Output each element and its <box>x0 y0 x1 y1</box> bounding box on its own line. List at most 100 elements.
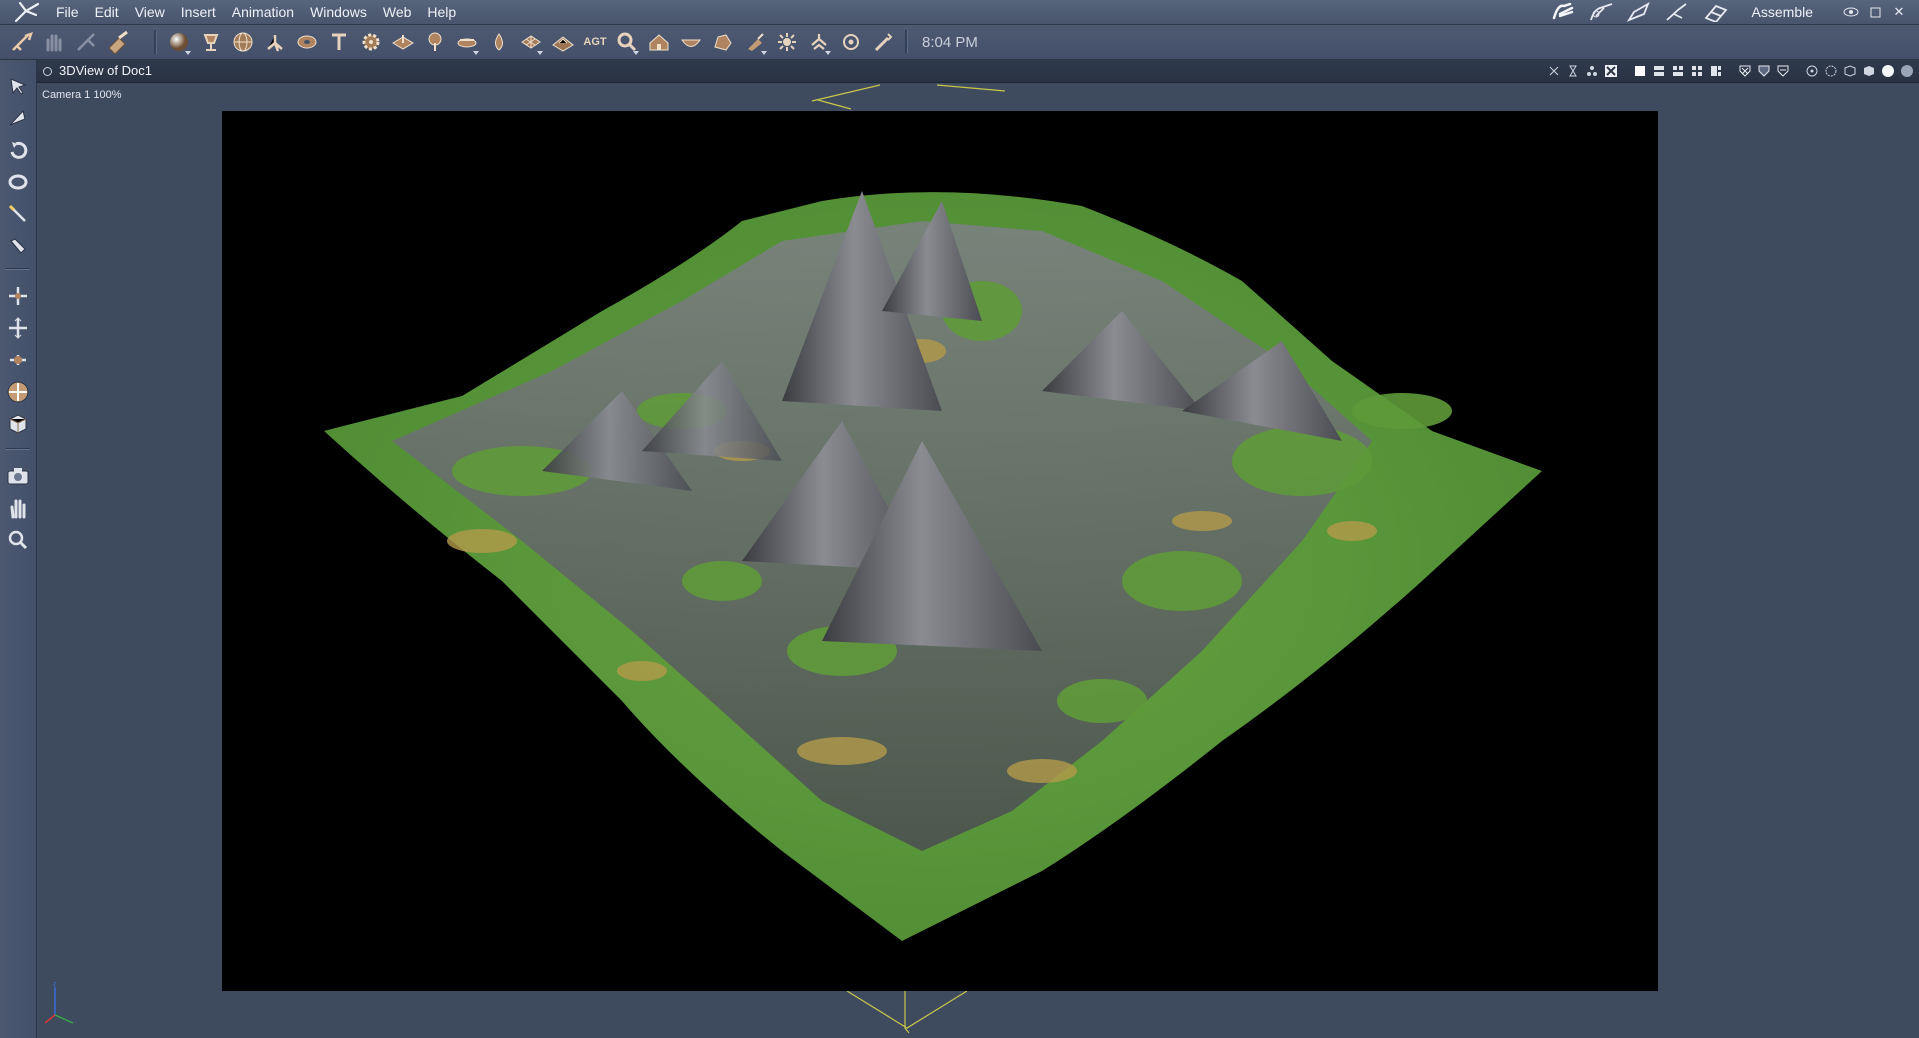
tripod-icon[interactable] <box>259 26 291 58</box>
hand-room-icon[interactable] <box>1548 0 1578 24</box>
toolstrip-separator <box>6 448 30 450</box>
paint-brush-icon[interactable] <box>3 232 33 260</box>
light-room-icon[interactable] <box>1624 0 1654 24</box>
hand-tool-icon[interactable] <box>38 26 70 58</box>
axis-gizmo-icon: z <box>44 981 74 1024</box>
layout-hsplit-icon[interactable] <box>1650 63 1667 79</box>
render-settings-icon[interactable] <box>1602 63 1619 79</box>
sun-light-icon[interactable] <box>771 26 803 58</box>
axis-toggle-icon[interactable] <box>1545 63 1562 79</box>
document-close-icon[interactable] <box>43 67 52 76</box>
smooth-shaded-icon[interactable] <box>1879 63 1896 79</box>
house-icon[interactable] <box>643 26 675 58</box>
layout-single-icon[interactable] <box>1631 63 1648 79</box>
menu-bar: File Edit View Insert Animation Windows Web Hel… <box>0 0 1919 25</box>
zoom-icon[interactable] <box>3 526 33 554</box>
move-icon[interactable] <box>3 282 33 310</box>
texture-shaded-icon[interactable] <box>1898 63 1915 79</box>
shading-room-icon[interactable] <box>1586 0 1616 24</box>
toolbar-primitives-group: AGT 8:04 PM <box>148 25 978 59</box>
rock-icon[interactable] <box>707 26 739 58</box>
scale-icon[interactable] <box>3 346 33 374</box>
magic-wand-icon[interactable] <box>3 200 33 228</box>
toolbar: AGT 8:04 PM <box>0 25 1919 60</box>
box-lattice-icon[interactable] <box>515 26 547 58</box>
box-material-icon[interactable] <box>3 410 33 438</box>
shield-side-icon[interactable] <box>1755 63 1772 79</box>
move-3d-icon[interactable] <box>3 314 33 342</box>
bowl-icon[interactable] <box>675 26 707 58</box>
room-switcher: Assemble ✕ <box>1548 0 1919 24</box>
close-icon[interactable]: ✕ <box>1889 0 1909 24</box>
svg-text:z: z <box>53 981 57 988</box>
document-titlebar: 3DView of Doc1 <box>37 60 1919 83</box>
select-tool-icon[interactable] <box>6 26 38 58</box>
menu-windows[interactable]: Windows <box>302 0 375 24</box>
3d-viewport[interactable]: Camera 1 100% z <box>37 83 1919 1038</box>
room-label[interactable]: Assemble <box>1752 4 1813 20</box>
render-room-icon[interactable] <box>1662 0 1692 24</box>
layout-three-icon[interactable] <box>1707 63 1724 79</box>
terrain-render <box>324 191 1542 942</box>
pointer-arrow-icon[interactable] <box>3 72 33 100</box>
layout-vsplit-icon[interactable] <box>1669 63 1686 79</box>
target-icon[interactable] <box>835 26 867 58</box>
gear-icon[interactable] <box>355 26 387 58</box>
text-icon[interactable] <box>323 26 355 58</box>
render-frame[interactable] <box>222 111 1658 991</box>
camera-label: Camera 1 100% <box>42 89 122 101</box>
toolstrip-separator <box>6 268 30 270</box>
twist-icon[interactable] <box>3 168 33 196</box>
network-icon[interactable] <box>1583 63 1600 79</box>
globe-primitive-icon[interactable] <box>227 26 259 58</box>
menu-file[interactable]: File <box>48 0 87 24</box>
bone-icon[interactable] <box>803 26 835 58</box>
drop-icon[interactable] <box>483 26 515 58</box>
storyboard-room-icon[interactable] <box>1700 0 1730 24</box>
plane-icon[interactable] <box>387 26 419 58</box>
menu-items: File Edit View Insert Animation Windows Web Hel… <box>48 0 464 24</box>
pipe-knot-icon[interactable] <box>611 26 643 58</box>
shield-front-icon[interactable] <box>1736 63 1753 79</box>
trackball-icon[interactable] <box>3 378 33 406</box>
box-display-icon[interactable] <box>1841 63 1858 79</box>
sphere-primitive-icon[interactable] <box>163 26 195 58</box>
app-logo-icon[interactable] <box>14 1 40 23</box>
menu-help[interactable]: Help <box>419 0 464 24</box>
clock: 8:04 PM <box>922 33 978 51</box>
left-toolstrip <box>0 60 37 1038</box>
maximize-icon[interactable] <box>1865 0 1885 24</box>
agt-icon[interactable]: AGT <box>579 26 611 58</box>
menu-view[interactable]: View <box>127 0 173 24</box>
menu-animation[interactable]: Animation <box>224 0 302 24</box>
magic-tool-icon[interactable] <box>70 26 102 58</box>
brush-tool-icon[interactable] <box>102 26 134 58</box>
wireframe-display-icon[interactable] <box>1822 63 1839 79</box>
pan-hand-icon[interactable] <box>3 494 33 522</box>
tree-icon[interactable] <box>419 26 451 58</box>
document-title: 3DView of Doc1 <box>59 63 152 78</box>
flat-shaded-icon[interactable] <box>1860 63 1877 79</box>
orbit-icon[interactable] <box>3 136 33 164</box>
hourglass-icon[interactable] <box>1564 63 1581 79</box>
layout-quad-icon[interactable] <box>1688 63 1705 79</box>
terrain-icon[interactable] <box>547 26 579 58</box>
shield-top-icon[interactable] <box>1774 63 1791 79</box>
menu-web[interactable]: Web <box>375 0 420 24</box>
view-controls <box>1543 60 1915 82</box>
eye-icon[interactable] <box>1841 0 1861 24</box>
menu-insert[interactable]: Insert <box>173 0 224 24</box>
menu-edit[interactable]: Edit <box>87 0 127 24</box>
camera-icon[interactable] <box>3 462 33 490</box>
agt-label: AGT <box>583 36 607 48</box>
point-display-icon[interactable] <box>1803 63 1820 79</box>
toolbar-separator <box>905 30 908 54</box>
rotate-arrow-icon[interactable] <box>3 104 33 132</box>
cup-primitive-icon[interactable] <box>195 26 227 58</box>
torus-icon[interactable] <box>291 26 323 58</box>
disc-icon[interactable] <box>451 26 483 58</box>
spotlight-icon[interactable] <box>739 26 771 58</box>
toolbar-separator <box>154 30 157 54</box>
toolbar-left-group <box>6 25 134 59</box>
wand-icon[interactable] <box>867 26 899 58</box>
